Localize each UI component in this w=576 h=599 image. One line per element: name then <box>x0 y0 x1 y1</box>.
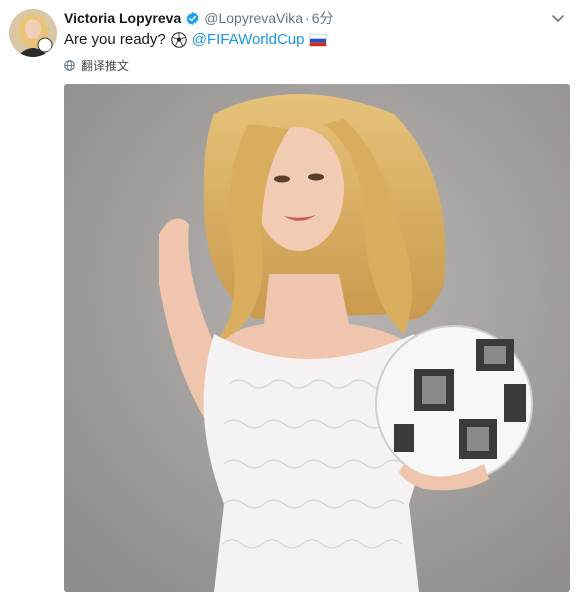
tweet-timestamp[interactable]: 6分 <box>312 8 334 28</box>
tweet-photo[interactable] <box>64 84 570 592</box>
tweet-header: Victoria Lopyreva @LopyrevaVika · 6分 <box>64 8 566 28</box>
chevron-down-icon[interactable] <box>550 10 566 26</box>
author-name[interactable]: Victoria Lopyreva <box>64 10 181 26</box>
tweet-text-body: Are you ready? <box>64 31 166 48</box>
globe-icon <box>64 60 75 71</box>
verified-badge-icon <box>186 11 199 25</box>
tweet-text: Are you ready? @FIFAWorldCup <box>64 30 327 50</box>
translate-tweet-link[interactable]: 翻译推文 <box>64 57 129 74</box>
author-handle[interactable]: @LopyrevaVika <box>204 10 303 26</box>
soccer-ball-prop <box>375 325 533 483</box>
avatar[interactable] <box>9 9 57 57</box>
soccer-ball-emoji <box>171 32 187 48</box>
header-separator: · <box>305 10 310 26</box>
mention-link[interactable]: @FIFAWorldCup <box>192 30 305 50</box>
translate-label: 翻译推文 <box>81 59 130 73</box>
russia-flag-emoji <box>308 33 327 47</box>
photo-image <box>64 84 570 592</box>
tweet-card[interactable]: Victoria Lopyreva @LopyrevaVika · 6分 Are… <box>0 0 576 599</box>
avatar-image <box>9 9 57 57</box>
